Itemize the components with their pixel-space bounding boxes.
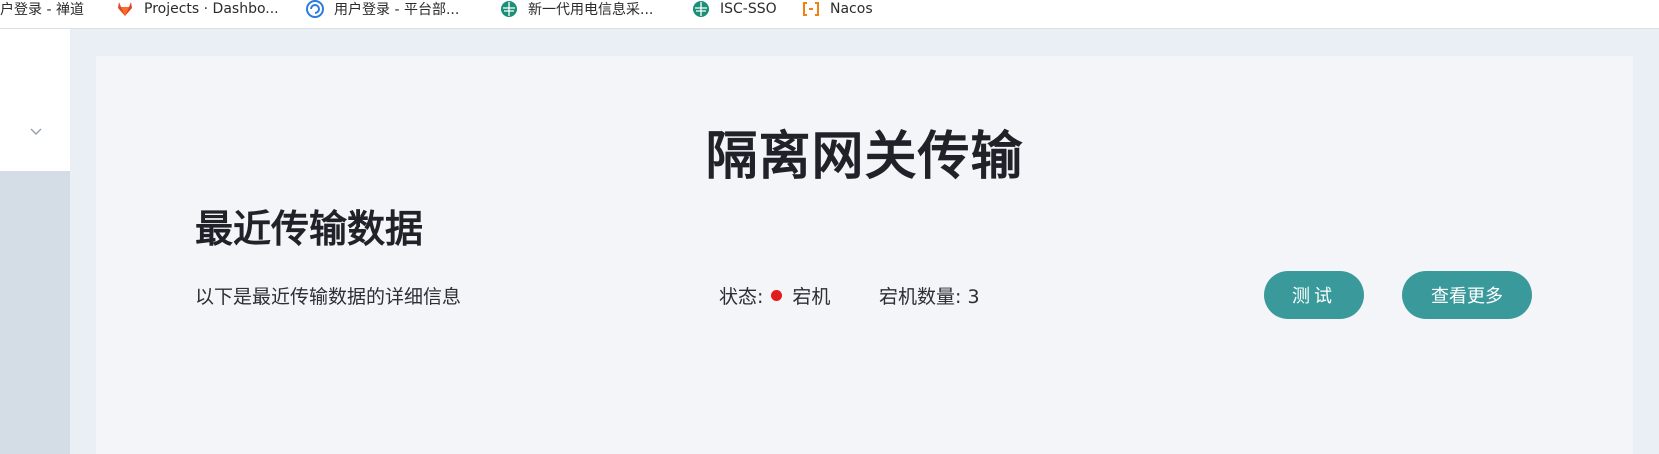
main-card: 隔离网关传输 最近传输数据 以下是最近传输数据的详细信息 状态: 宕机 宕机数量…: [96, 56, 1633, 454]
bookmark-label: Nacos: [830, 0, 873, 17]
bookmarks-bar: 用户登录 - 禅道 Projects · Dashbo... 用户登录 - 平台…: [0, 0, 1659, 29]
bookmark-isc-sso[interactable]: ISC-SSO: [692, 0, 777, 17]
page-title: 隔离网关传输: [705, 127, 1024, 187]
section-title: 最近传输数据: [195, 207, 424, 251]
status-value: 宕机: [792, 286, 831, 308]
bookmark-label: ISC-SSO: [720, 0, 777, 17]
bookmark-zentao[interactable]: 用户登录 - 禅道: [0, 0, 84, 18]
sidebar-header: [0, 29, 70, 171]
section-description: 以下是最近传输数据的详细信息: [195, 286, 462, 308]
sgcc-icon: [693, 0, 709, 17]
chevron-down-icon[interactable]: [29, 127, 43, 137]
sgcc-icon: [501, 0, 517, 17]
bookmark-label: 用户登录 - 平台部...: [334, 1, 460, 18]
nacos-icon: [803, 1, 819, 16]
gitlab-icon: [118, 1, 132, 16]
status-dot-icon: [771, 290, 783, 301]
globe-swirl-icon: [306, 0, 324, 18]
down-count: 宕机数量: 3: [879, 286, 980, 308]
bookmark-label: 用户登录 - 禅道: [0, 1, 84, 18]
bookmark-label: 新一代用电信息采...: [528, 1, 654, 18]
sidebar-menu: [0, 171, 70, 454]
bookmark-nacos[interactable]: Nacos: [802, 0, 873, 17]
view-more-button[interactable]: 查看更多: [1402, 271, 1532, 319]
status-label: 状态:: [719, 286, 764, 308]
bookmark-label: Projects · Dashbo...: [144, 0, 279, 17]
status-indicator: 状态: 宕机: [719, 282, 830, 309]
test-button[interactable]: 测试: [1264, 271, 1364, 319]
bookmark-platform-login[interactable]: 用户登录 - 平台部...: [306, 0, 460, 18]
bookmark-gitlab[interactable]: Projects · Dashbo...: [116, 0, 279, 17]
bookmark-power-info[interactable]: 新一代用电信息采...: [500, 0, 654, 18]
